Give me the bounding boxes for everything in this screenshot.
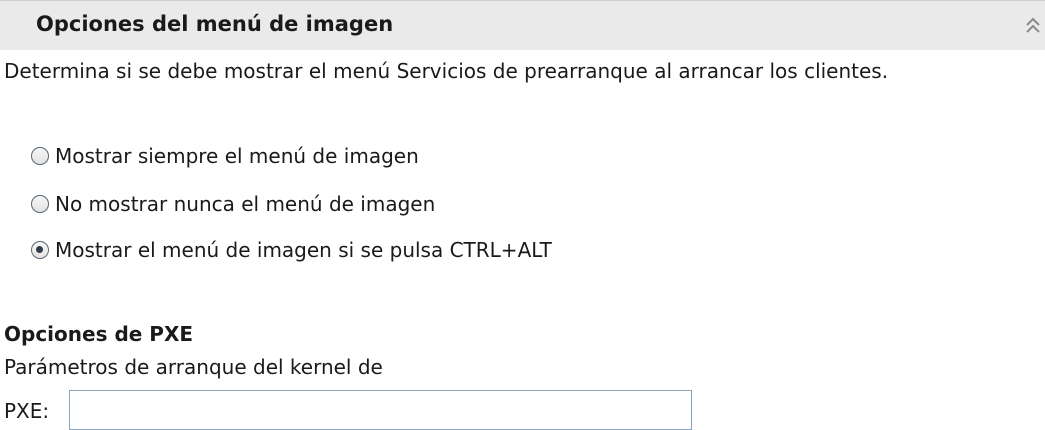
radio-label: Mostrar el menú de imagen si se pulsa CT… (55, 238, 552, 262)
panel-header: Opciones del menú de imagen (0, 0, 1045, 50)
radio-always-show-menu[interactable]: Mostrar siempre el menú de imagen (31, 141, 419, 171)
radio-button[interactable] (31, 147, 49, 165)
radio-button-selected[interactable] (31, 241, 49, 259)
panel-description: Determina si se debe mostrar el menú Ser… (4, 59, 889, 83)
pxe-kernel-parameters-input[interactable] (69, 390, 692, 430)
radio-show-menu-ctrl-alt[interactable]: Mostrar el menú de imagen si se pulsa CT… (31, 235, 552, 265)
radio-label: No mostrar nunca el menú de imagen (55, 192, 436, 216)
panel-title: Opciones del menú de imagen (36, 12, 394, 36)
radio-label: Mostrar siempre el menú de imagen (55, 144, 419, 168)
pxe-kernel-label-suffix: PXE: (4, 399, 50, 423)
radio-never-show-menu[interactable]: No mostrar nunca el menú de imagen (31, 189, 435, 219)
pxe-section-title: Opciones de PXE (4, 322, 194, 346)
pxe-kernel-label: Parámetros de arranque del kernel de (4, 355, 383, 379)
radio-button[interactable] (31, 195, 49, 213)
double-chevron-up-icon[interactable] (1022, 13, 1044, 39)
